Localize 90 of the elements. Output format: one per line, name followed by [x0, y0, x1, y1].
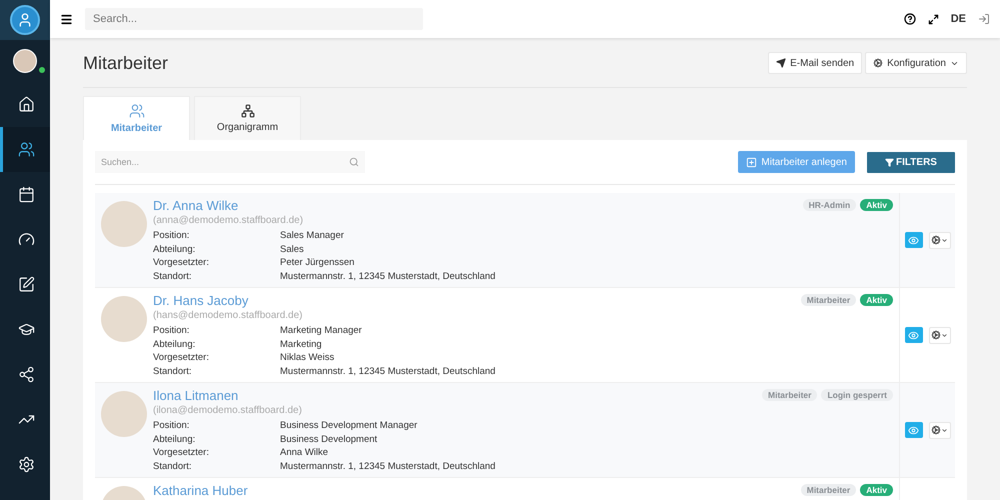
search-field[interactable]: Suchen...: [95, 151, 365, 173]
logout-icon[interactable]: [978, 13, 990, 25]
role-badge: Login gesperrt: [821, 389, 893, 401]
add-employee-button[interactable]: Mitarbeiter anlegen: [738, 151, 855, 173]
role-badge: Mitarbeiter: [800, 294, 856, 306]
field-label: Standort:: [153, 460, 193, 473]
field-label: Standort:: [153, 270, 193, 283]
expand-icon[interactable]: [928, 14, 939, 24]
field-label: Vorgesetzter:: [153, 256, 210, 270]
field-label: Abteilung:: [153, 432, 196, 446]
settings-dropdown[interactable]: [928, 232, 950, 248]
employee-email: (ilona@demodemo.staffboard.de): [153, 404, 303, 417]
field-value: Peter Jürgenssen: [280, 256, 356, 270]
filter-icon: [885, 158, 894, 166]
field-label: Vorgesetzter:: [153, 351, 210, 364]
logo-icon: [10, 5, 40, 35]
field-label: Vorgesetzter:: [153, 446, 210, 460]
role-badge: HR-Admin: [802, 199, 856, 211]
settings-icon: [18, 456, 35, 473]
photo-placeholder: [101, 201, 147, 247]
settings-dropdown[interactable]: [928, 326, 950, 344]
calendar-icon: [18, 186, 35, 203]
eye-icon: [908, 234, 919, 246]
tab[interactable]: Organigramm: [194, 96, 301, 140]
field-value: Business Development Manager: [280, 419, 418, 432]
field-value: Niklas Weiss: [280, 351, 336, 364]
configuration-dropdown[interactable]: Konfiguration: [865, 52, 967, 74]
paper-plane-icon: [776, 58, 786, 68]
online-status-icon: [39, 67, 45, 73]
employee-name[interactable]: Katharina Huber: [153, 483, 248, 499]
employee-name[interactable]: Ilona Litmanen: [153, 388, 238, 404]
caret-icon: [941, 426, 948, 434]
search-icon: [349, 157, 359, 167]
photo-placeholder: [101, 296, 147, 342]
status-badge: Aktiv: [860, 484, 893, 496]
page-title: Mitarbeiter: [83, 52, 170, 74]
menu-icon[interactable]: [60, 12, 73, 26]
users-icon: [18, 141, 35, 158]
eye-icon: [908, 330, 919, 340]
employee-name[interactable]: Dr. Anna Wilke: [153, 198, 238, 214]
gear-icon: [931, 330, 941, 340]
role-badge: Mitarbeiter: [800, 484, 856, 496]
graduation-cap-icon: [18, 321, 35, 338]
view-button[interactable]: [904, 422, 922, 438]
field-label: Abteilung:: [153, 242, 196, 256]
email-send-button[interactable]: E-Mail senden: [768, 52, 862, 74]
field-value: Marketing: [280, 338, 323, 351]
employee-name[interactable]: Dr. Hans Jacoby: [153, 293, 248, 309]
status-badge: Aktiv: [860, 199, 893, 211]
filter-button[interactable]: FILTERS: [867, 152, 955, 172]
field-value: Mustermannstr. 1, 12345 Musterstadt, Deutschland: [280, 460, 496, 473]
field-value: Mustermannstr. 1, 12345 Musterstadt, Deutschland: [280, 270, 496, 283]
caret-icon: [941, 332, 948, 338]
language-selector[interactable]: DE: [950, 13, 966, 25]
field-value: Sales: [280, 242, 305, 256]
field-value: Sales Manager: [280, 229, 345, 242]
help-icon[interactable]: [904, 13, 916, 25]
field-value: Anna Wilke: [280, 446, 330, 460]
share-icon: [18, 366, 35, 383]
home-icon: [18, 96, 35, 113]
view-button[interactable]: [904, 327, 922, 343]
tab[interactable]: Mitarbeiter: [83, 96, 190, 140]
status-badge: Aktiv: [860, 294, 893, 306]
gear-icon: [931, 235, 941, 245]
eye-icon: [908, 424, 919, 436]
field-value: Marketing Manager: [280, 324, 363, 338]
caret-icon: [941, 236, 948, 244]
org-chart-icon: [240, 104, 254, 118]
sidebar-item[interactable]: [0, 127, 50, 172]
field-label: Abteilung:: [153, 338, 196, 351]
photo-placeholder: [101, 391, 147, 437]
field-value: Business Development: [280, 432, 378, 446]
field-label: Position:: [153, 324, 190, 338]
field-label: Standort:: [153, 364, 193, 378]
gear-icon: [931, 425, 941, 435]
role-badge: Mitarbeiter: [762, 389, 818, 401]
settings-dropdown[interactable]: [928, 422, 950, 438]
search-field[interactable]: Search...: [85, 8, 423, 30]
field-value: Mustermannstr. 1, 12345 Musterstadt, Deutschland: [280, 364, 496, 378]
user-avatar[interactable]: [13, 49, 37, 73]
plus-icon: [746, 156, 758, 168]
edit-icon: [18, 276, 35, 293]
gauge-icon: [18, 231, 35, 248]
employee-email: (anna@demodemo.staffboard.de): [153, 214, 304, 227]
gear-icon: [873, 58, 884, 68]
view-button[interactable]: [904, 232, 922, 248]
field-label: Position:: [153, 419, 190, 432]
users-icon: [128, 103, 144, 119]
field-label: Position:: [153, 229, 190, 242]
employee-email: (hans@demodemo.staffboard.de): [153, 309, 304, 322]
